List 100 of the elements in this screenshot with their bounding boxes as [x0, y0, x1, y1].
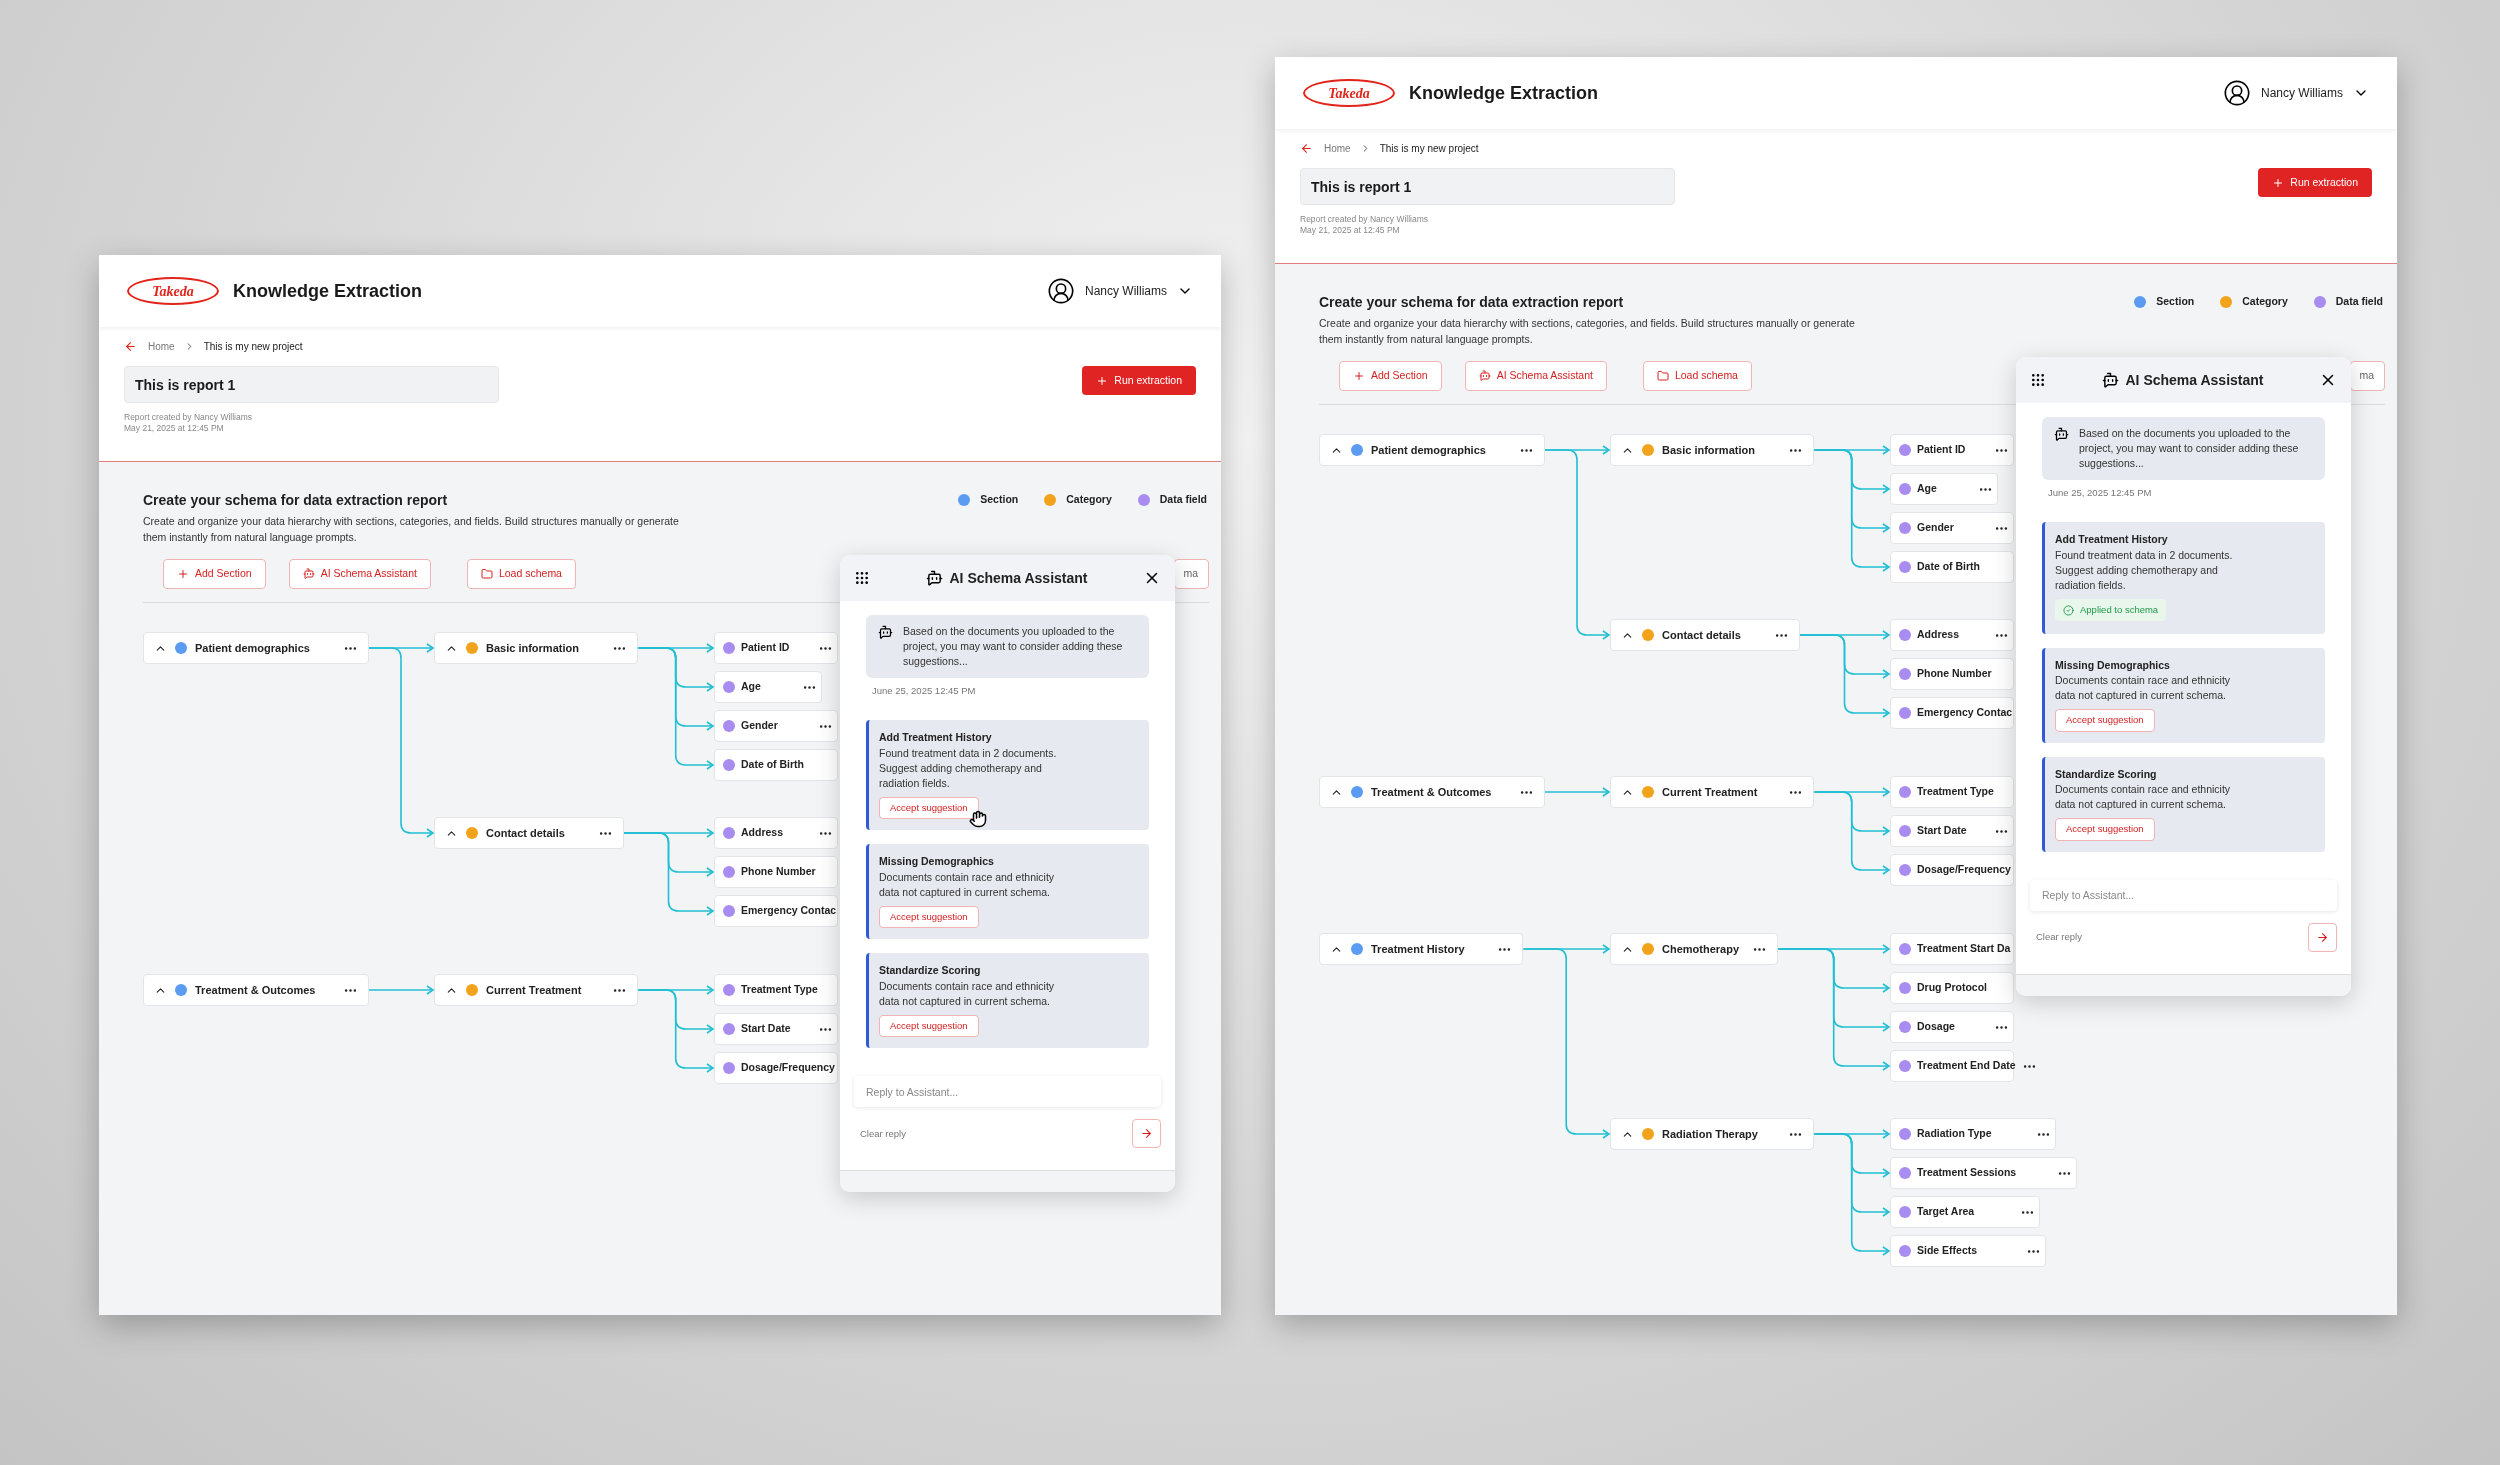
field-node[interactable]: Drug Protocol	[1890, 972, 2014, 1004]
schema-heading: Create your schema for data extraction report	[1319, 293, 1625, 312]
user-avatar-icon[interactable]	[1047, 277, 1075, 305]
accept-button[interactable]: Accept suggestion	[2055, 709, 2155, 732]
field-node[interactable]: Phone Number	[1890, 658, 2014, 690]
plus-icon	[2272, 176, 2285, 189]
section-node[interactable]: Treatment History	[1319, 933, 1524, 965]
field-node[interactable]: Date of Birth	[1890, 551, 2014, 583]
section-node[interactable]: Treatment & Outcomes	[143, 974, 369, 1006]
field-node[interactable]: Side Effects	[1890, 1235, 2046, 1267]
action-button[interactable]: Add Section	[163, 559, 266, 589]
logo: Takeda	[127, 277, 219, 305]
field-node[interactable]: Target Area	[1890, 1196, 2041, 1228]
category-node[interactable]: Basic information	[434, 632, 639, 664]
field-node[interactable]: Dosage/Frequency	[1890, 854, 2014, 886]
field-node[interactable]: Address	[714, 817, 838, 849]
connector-arrow	[1544, 787, 1611, 797]
suggestion-title: Standardize Scoring	[879, 963, 982, 979]
bot-icon	[302, 568, 315, 580]
plus-icon	[1353, 370, 1365, 382]
reply-field[interactable]: Reply to Assistant...	[854, 1076, 1161, 1108]
app-title: Knowledge Extraction	[1409, 81, 1599, 105]
field-node[interactable]: Start Date	[1890, 815, 2014, 847]
breadcrumb-link[interactable]: Home	[1324, 141, 1351, 156]
user-avatar-icon[interactable]	[2223, 79, 2251, 107]
plus-icon	[177, 568, 189, 580]
field-node[interactable]: Age	[1890, 473, 1998, 505]
folder-icon	[480, 568, 493, 580]
section-node[interactable]: Treatment & Outcomes	[1319, 776, 1545, 808]
field-node[interactable]: Age	[714, 671, 822, 703]
send-icon	[1140, 1127, 1153, 1141]
field-node[interactable]: Treatment Sessions	[1890, 1157, 2078, 1189]
legend-label: Category	[2242, 294, 2288, 310]
field-node[interactable]: Gender	[1890, 512, 2014, 544]
plus-icon	[1096, 374, 1109, 387]
legend-label: Category	[1066, 492, 1112, 508]
category-node[interactable]: Contact details	[1610, 619, 1800, 651]
report-title-field[interactable]: This is report 1	[124, 366, 499, 403]
schema-description: Create and organize your data hierarchy with sections, categories, and fields. Build structures manually or generate them instantly from natural language prompts.	[143, 514, 680, 545]
report-title-field[interactable]: This is report 1	[1300, 168, 1675, 205]
field-node[interactable]: Dosage/Frequency	[714, 1052, 838, 1084]
user-name[interactable]: Nancy Williams	[2261, 84, 2343, 102]
clear-reply-link[interactable]: Clear reply	[860, 1126, 906, 1141]
category-node[interactable]: Contact details	[434, 817, 624, 849]
bot-icon	[878, 625, 893, 640]
field-node[interactable]: Date of Birth	[714, 749, 838, 781]
suggestion-text: Documents contain race and ethnicity data not captured in current schema.	[2055, 673, 2232, 704]
action-button[interactable]: ma	[2350, 361, 2385, 391]
drag-handle-icon[interactable]	[854, 570, 870, 586]
field-node[interactable]: Emergency Contac	[1890, 697, 2014, 729]
category-node[interactable]: Current Treatment	[1610, 776, 1815, 808]
clear-reply-link[interactable]: Clear reply	[2036, 930, 2082, 945]
suggestion-text: Found treatment data in 2 documents. Suggest adding chemotherapy and radiation fields.	[879, 746, 1058, 791]
schema-heading: Create your schema for data extraction report	[143, 491, 449, 510]
action-button[interactable]: Add Section	[1339, 361, 1442, 391]
suggestion-title: Missing Demographics	[879, 854, 995, 870]
category-node[interactable]: Chemotherapy	[1610, 933, 1779, 965]
action-button[interactable]: AI Schema Assistant	[288, 559, 431, 589]
field-node[interactable]: Phone Number	[714, 856, 838, 888]
suggestion-title: Standardize Scoring	[2055, 766, 2158, 782]
suggestion-text: Found treatment data in 2 documents. Suggest adding chemotherapy and radiation fields.	[2055, 548, 2234, 593]
run-extraction-button[interactable]: Run extraction	[1082, 366, 1196, 395]
folder-icon	[1656, 370, 1669, 382]
suggestion-text: Documents contain race and ethnicity data not captured in current schema.	[879, 979, 1056, 1009]
suggestion-text: Documents contain race and ethnicity data not captured in current schema.	[2055, 782, 2232, 813]
field-node[interactable]: Gender	[714, 710, 838, 742]
send-icon	[2316, 930, 2329, 944]
section-node[interactable]: Patient demographics	[1319, 434, 1545, 466]
accept-button[interactable]: Accept suggestion	[879, 906, 979, 929]
category-node[interactable]: Basic information	[1610, 434, 1815, 466]
action-button[interactable]: Load schema	[1642, 361, 1752, 391]
message-text: Based on the documents you uploaded to the project, you may want to consider adding these suggestions...	[2079, 426, 2300, 471]
run-extraction-button[interactable]: Run extraction	[2258, 168, 2372, 197]
back-icon[interactable]	[124, 340, 137, 353]
category-node[interactable]: Radiation Therapy	[1610, 1118, 1815, 1150]
bot-icon	[2054, 427, 2069, 442]
field-node[interactable]: Treatment Start Da	[1890, 933, 2014, 965]
panel-title: AI Schema Assistant	[2125, 370, 2264, 390]
action-button[interactable]: Load schema	[466, 559, 576, 589]
accept-button[interactable]: Accept suggestion	[2055, 818, 2155, 841]
field-node[interactable]: Start Date	[714, 1013, 838, 1045]
action-button[interactable]: ma	[1174, 559, 1209, 589]
drag-handle-icon[interactable]	[2030, 372, 2046, 388]
field-node[interactable]: Patient ID	[714, 632, 838, 664]
section-node[interactable]: Patient demographics	[143, 632, 369, 664]
reply-field[interactable]: Reply to Assistant...	[2030, 879, 2337, 911]
accept-button[interactable]: Accept suggestion	[879, 797, 979, 820]
field-node[interactable]: Dosage	[1890, 1011, 2014, 1043]
field-node[interactable]: Address	[1890, 619, 2014, 651]
field-node[interactable]: Emergency Contac	[714, 895, 838, 927]
field-node[interactable]: Radiation Type	[1890, 1118, 2057, 1150]
user-name[interactable]: Nancy Williams	[1085, 282, 1167, 300]
category-node[interactable]: Current Treatment	[434, 974, 639, 1006]
field-node[interactable]: Treatment Type	[1890, 776, 2014, 808]
action-button[interactable]: AI Schema Assistant	[1464, 361, 1607, 391]
field-node[interactable]: Patient ID	[1890, 434, 2014, 466]
breadcrumb-link[interactable]: Home	[148, 339, 175, 354]
accept-button[interactable]: Accept suggestion	[879, 1015, 979, 1038]
back-icon[interactable]	[1300, 142, 1313, 155]
field-node[interactable]: Treatment Type	[714, 974, 838, 1006]
